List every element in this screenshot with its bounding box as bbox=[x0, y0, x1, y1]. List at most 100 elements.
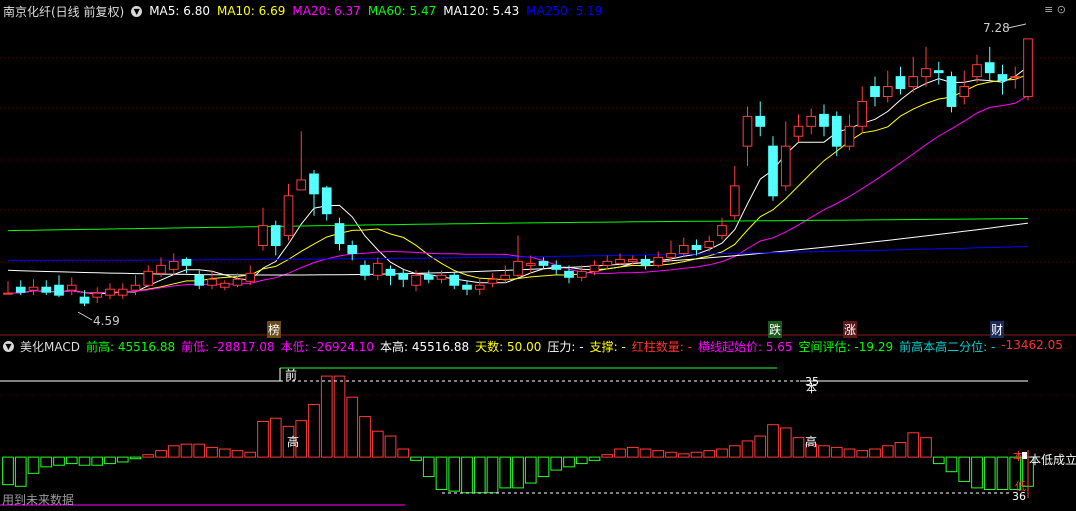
macd-bar-green bbox=[512, 456, 524, 489]
candle-up bbox=[283, 195, 294, 237]
candle-up bbox=[500, 274, 511, 280]
macd-bar-red bbox=[690, 451, 703, 458]
macd-bar-green bbox=[53, 456, 65, 466]
candle-down bbox=[385, 268, 396, 276]
ma60-line bbox=[7, 218, 1029, 232]
macd-bar-red bbox=[206, 446, 218, 458]
candle-down bbox=[41, 286, 52, 293]
macd-bar-red bbox=[652, 450, 665, 458]
candle-down bbox=[347, 245, 358, 254]
candle-up bbox=[117, 288, 128, 296]
candle-up bbox=[678, 245, 689, 254]
macd-bar-green bbox=[971, 456, 983, 489]
candle-down bbox=[946, 76, 957, 107]
candle-down bbox=[54, 284, 64, 296]
macd-bar-green bbox=[65, 456, 78, 465]
white-marker-square bbox=[1022, 452, 1027, 459]
macd-metric: 前高: 45516.88 bbox=[85, 339, 176, 354]
candle-up bbox=[806, 115, 817, 127]
macd-bar-red bbox=[155, 450, 167, 458]
macd-bar-red bbox=[601, 454, 614, 458]
macd-bar-red bbox=[244, 451, 257, 458]
candlesticks[interactable] bbox=[3, 38, 1033, 307]
macd-bar-red bbox=[907, 432, 920, 458]
event-tag[interactable]: 榜 bbox=[267, 321, 282, 338]
candle-up bbox=[436, 274, 447, 280]
ma-legend-item: MA5: 6.80 bbox=[149, 4, 210, 18]
candle-down bbox=[449, 274, 460, 286]
candle-up bbox=[921, 68, 931, 78]
candle-down bbox=[270, 225, 281, 246]
macd-bar-red bbox=[231, 450, 244, 458]
ma-legend-item: MA120: 5.43 bbox=[443, 4, 520, 18]
stock-chart[interactable]: 7.284.59前高 高35本本低成立本低36 bbox=[0, 0, 1076, 511]
candle-up bbox=[28, 286, 39, 291]
candle-up bbox=[602, 260, 613, 266]
candle-up bbox=[245, 272, 256, 282]
macd-bar-red bbox=[741, 440, 754, 458]
macd-bar-green bbox=[78, 456, 91, 466]
macd-ben-label: 本 bbox=[806, 381, 817, 395]
macd-bar-red bbox=[677, 453, 690, 458]
macd-metric: 空间评估: -19.29 bbox=[798, 339, 894, 354]
macd-bar-green bbox=[2, 456, 14, 486]
macd-bar-green bbox=[422, 456, 435, 478]
macd-bar-green bbox=[435, 456, 448, 491]
macd-metric: 前低: -28817.08 bbox=[181, 339, 275, 354]
candle-up bbox=[844, 125, 855, 147]
macd-bar-green bbox=[91, 456, 104, 466]
candle-up bbox=[780, 145, 791, 187]
macd-bar-red bbox=[703, 450, 716, 458]
window-controls[interactable]: ≡ ⊙ bbox=[1044, 3, 1066, 16]
macd-bar-red bbox=[167, 445, 180, 458]
macd-metric: 天数: 50.00 bbox=[475, 339, 542, 354]
event-tag[interactable]: 跌 bbox=[768, 321, 783, 338]
macd-title[interactable]: 美化MACD bbox=[20, 338, 80, 355]
macd-bar-green bbox=[40, 456, 53, 468]
macd-bar-green bbox=[410, 456, 422, 461]
event-tag[interactable]: 涨 bbox=[843, 321, 858, 338]
macd-bar-green bbox=[499, 456, 512, 489]
candle-up bbox=[666, 252, 676, 258]
candle-up bbox=[704, 241, 715, 248]
candle-down bbox=[551, 264, 562, 270]
candle-up bbox=[66, 284, 77, 291]
candle-up bbox=[513, 260, 523, 276]
macd-bar-red bbox=[333, 375, 346, 458]
candle-down bbox=[15, 286, 26, 293]
stock-title[interactable]: 南京化纤(日线 前复权) bbox=[3, 3, 124, 20]
candle-down bbox=[640, 258, 651, 266]
candle-up bbox=[1010, 76, 1021, 79]
ma-legend-item: MA250: 5.19 bbox=[526, 4, 603, 18]
macd-bar-red bbox=[843, 448, 856, 458]
candle-down bbox=[691, 245, 702, 250]
candle-down bbox=[334, 223, 345, 245]
macd-bar-red bbox=[142, 454, 155, 458]
candle-up bbox=[207, 278, 217, 286]
candle-up bbox=[168, 260, 179, 270]
candle-down bbox=[538, 260, 549, 266]
dropdown-icon[interactable]: ▼ bbox=[131, 5, 143, 17]
macd-bar-red bbox=[346, 396, 359, 458]
candle-down bbox=[462, 284, 472, 290]
macd-bar-red bbox=[754, 435, 767, 458]
macd-bar-green bbox=[116, 456, 129, 463]
macd-bar-red bbox=[384, 435, 397, 458]
macd-metrics: 前高: 45516.88 前低: -28817.08 本低: -26924.10 本高… bbox=[86, 338, 1063, 355]
ma-legend: MA5: 6.80 MA10: 6.69 MA20: 6.37 MA60: 5.47 M… bbox=[149, 4, 602, 18]
candle-down bbox=[309, 173, 319, 195]
candle-down bbox=[997, 74, 1008, 82]
candle-up bbox=[882, 86, 893, 97]
macd-benchengli-label: 本低成立 bbox=[1029, 452, 1076, 467]
event-tag[interactable]: 财 bbox=[990, 321, 1005, 338]
macd-bar-green bbox=[575, 456, 588, 465]
macd-histogram[interactable] bbox=[0, 367, 1034, 506]
macd-bar-red bbox=[193, 443, 206, 458]
macd-bar-green bbox=[524, 456, 537, 484]
dropdown-icon[interactable]: ▼ bbox=[3, 340, 14, 352]
macd-bar-green bbox=[550, 456, 563, 471]
candle-up bbox=[474, 284, 485, 290]
candle-down bbox=[79, 296, 90, 304]
candle-up bbox=[793, 125, 804, 137]
macd-bar-green bbox=[14, 456, 27, 487]
